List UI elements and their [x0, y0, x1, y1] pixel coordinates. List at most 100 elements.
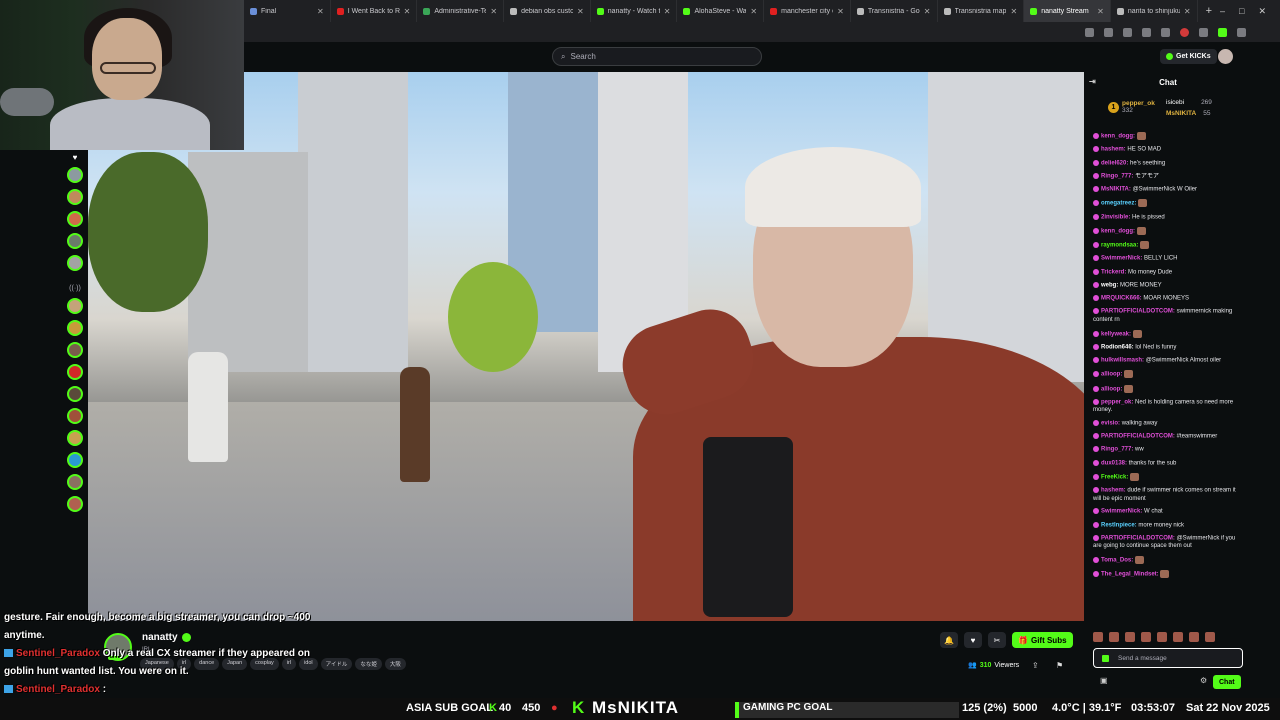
chat-message[interactable]: raymondsaa:: [1093, 241, 1245, 250]
recommended-channel-avatar[interactable]: [67, 496, 83, 512]
recommended-channel-avatar[interactable]: [67, 474, 83, 490]
chat-message[interactable]: omegatreez:: [1093, 199, 1245, 208]
tab-close-icon[interactable]: ✕: [490, 7, 497, 16]
recommended-channel-avatar[interactable]: [67, 452, 83, 468]
emote-icon[interactable]: [1157, 632, 1167, 642]
stream-tag[interactable]: 大阪: [384, 658, 406, 670]
chat-message[interactable]: Ringo_777: ww: [1093, 446, 1245, 454]
chat-message[interactable]: dux0138: thanks for the sub: [1093, 459, 1245, 468]
follow-heart-button[interactable]: ♥: [964, 632, 982, 648]
chat-message[interactable]: RestInpiece: more money nick: [1093, 521, 1245, 530]
chat-message[interactable]: MRQUICK666: MOAR MONEYS: [1093, 295, 1245, 303]
user-avatar[interactable]: [1218, 49, 1233, 64]
tab-close-icon[interactable]: ✕: [317, 7, 324, 16]
chat-username[interactable]: SwimmerNick:: [1101, 509, 1142, 515]
emote-icon[interactable]: [1125, 632, 1135, 642]
chat-username[interactable]: kenn_dogg:: [1101, 228, 1135, 234]
followed-channel-avatar[interactable]: [67, 189, 83, 205]
browser-tab[interactable]: manchester city co ✕: [764, 0, 851, 22]
recommended-channel-avatar[interactable]: [67, 408, 83, 424]
chat-message[interactable]: PARTIOFFICIALDOTCOM: #teamswimmer: [1093, 433, 1245, 441]
chat-message-input[interactable]: Send a message: [1093, 648, 1243, 668]
chat-message[interactable]: SwimmerNick: W chat: [1093, 508, 1245, 516]
leaderboard-entry[interactable]: 1 pepper_ok 332: [1108, 100, 1155, 114]
chat-message[interactable]: MsNIKITA: @SwimmerNick W Oiler: [1093, 186, 1245, 194]
chat-username[interactable]: evisio:: [1101, 420, 1120, 426]
gift-subs-button[interactable]: 🎁 Gift Subs: [1012, 632, 1073, 648]
extension-icon[interactable]: [1142, 27, 1151, 37]
emote-icon[interactable]: [1189, 632, 1199, 642]
ublock-icon[interactable]: [1161, 27, 1170, 37]
chat-username[interactable]: SwimmerNick:: [1101, 256, 1142, 262]
tab-close-icon[interactable]: ✕: [1010, 7, 1017, 16]
close-window-icon[interactable]: ✕: [1258, 6, 1266, 17]
chat-username[interactable]: hulkwillsmash:: [1101, 358, 1144, 364]
video-player[interactable]: [88, 72, 1084, 621]
recommended-channel-avatar[interactable]: [67, 386, 83, 402]
emote-icon[interactable]: [1205, 632, 1215, 642]
browser-tab[interactable]: debian obs custom ✕: [504, 0, 591, 22]
chat-message[interactable]: Rodion646: lol Ned is funny: [1093, 343, 1245, 352]
chat-username[interactable]: allioop:: [1101, 386, 1122, 392]
emote-icon[interactable]: [1141, 632, 1151, 642]
chat-message[interactable]: Ringo_777: モアモア: [1093, 172, 1245, 181]
browser-tab[interactable]: I Went Back to Ru ✕: [331, 0, 418, 22]
recommended-channel-avatar[interactable]: [67, 298, 83, 314]
chat-username[interactable]: webg:: [1101, 283, 1118, 289]
chat-commands-icon[interactable]: ▣: [1100, 676, 1108, 685]
chat-message[interactable]: PARTIOFFICIALDOTCOM: swimmernick making …: [1093, 308, 1245, 324]
followed-channel-avatar[interactable]: [67, 233, 83, 249]
chat-message[interactable]: 2invisible: He is pissed: [1093, 213, 1245, 222]
minimize-icon[interactable]: –: [1220, 6, 1225, 17]
chat-username[interactable]: Toma_Dos:: [1101, 557, 1133, 563]
followed-channel-avatar[interactable]: [67, 167, 83, 183]
maximize-icon[interactable]: □: [1239, 6, 1244, 17]
kick-extension-icon[interactable]: [1218, 27, 1227, 37]
chat-username[interactable]: MsNIKITA:: [1101, 187, 1131, 193]
chat-message[interactable]: hashem: HE SO MAD: [1093, 146, 1245, 154]
chat-message[interactable]: FreeKick:: [1093, 472, 1245, 482]
browser-menu-icon[interactable]: [1237, 27, 1246, 37]
followed-channel-avatar[interactable]: [67, 211, 83, 227]
chat-username[interactable]: pepper_ok:: [1101, 399, 1133, 405]
chat-username[interactable]: PARTIOFFICIALDOTCOM:: [1101, 535, 1175, 541]
record-extension-icon[interactable]: [1180, 27, 1189, 37]
share-icon[interactable]: [1123, 27, 1132, 37]
tab-close-icon[interactable]: ✕: [924, 7, 931, 16]
chat-message[interactable]: allioop:: [1093, 370, 1245, 379]
video-extension-icon[interactable]: [1199, 27, 1208, 37]
browser-tab[interactable]: nanatty Stream ✕: [1024, 0, 1111, 22]
chat-message[interactable]: evisio: walking away: [1093, 419, 1245, 428]
chat-username[interactable]: dux0138:: [1101, 460, 1127, 466]
chat-username[interactable]: PARTIOFFICIALDOTCOM:: [1101, 434, 1175, 440]
chat-message[interactable]: PARTIOFFICIALDOTCOM: @SwimmerNick if you…: [1093, 534, 1245, 551]
browser-tab[interactable]: Final ✕: [244, 0, 331, 22]
clip-button[interactable]: ✂: [988, 632, 1006, 648]
chat-username[interactable]: RestInpiece:: [1101, 522, 1137, 528]
bookmark-star-icon[interactable]: [1085, 27, 1094, 37]
download-icon[interactable]: [1104, 27, 1113, 37]
chat-username[interactable]: Ringo_777:: [1101, 173, 1133, 179]
chat-username[interactable]: MRQUICK666:: [1101, 296, 1142, 302]
chat-message[interactable]: hulkwillsmash: @SwimmerNick Almost oiler: [1093, 357, 1245, 365]
tab-close-icon[interactable]: ✕: [750, 7, 757, 16]
tab-close-icon[interactable]: ✕: [1097, 7, 1104, 16]
chat-username[interactable]: hashem:: [1101, 147, 1126, 153]
collapse-chat-icon[interactable]: ⇥: [1089, 77, 1096, 86]
chat-message[interactable]: pepper_ok: Ned is holding camera so need…: [1093, 398, 1245, 415]
chat-message[interactable]: The_Legal_Mindset:: [1093, 570, 1245, 579]
chat-username[interactable]: FreeKick:: [1101, 475, 1128, 481]
share-icon[interactable]: ⇪: [1032, 661, 1039, 670]
tab-close-icon[interactable]: ✕: [837, 7, 844, 16]
chat-username[interactable]: Rodion646:: [1101, 344, 1134, 350]
tab-close-icon[interactable]: ✕: [404, 7, 411, 16]
tab-close-icon[interactable]: ✕: [577, 7, 584, 16]
chat-message[interactable]: kenn_dogg:: [1093, 226, 1245, 236]
emote-icon[interactable]: [1109, 632, 1119, 642]
leaderboard-entry[interactable]: MsNIKITA 55: [1166, 110, 1210, 117]
recommended-channel-avatar[interactable]: [67, 364, 83, 380]
new-tab-button[interactable]: +: [1198, 5, 1220, 17]
tab-close-icon[interactable]: ✕: [664, 7, 671, 16]
chat-message[interactable]: webg: MORE MONEY: [1093, 281, 1245, 290]
chat-username[interactable]: omegatreez:: [1101, 201, 1136, 207]
